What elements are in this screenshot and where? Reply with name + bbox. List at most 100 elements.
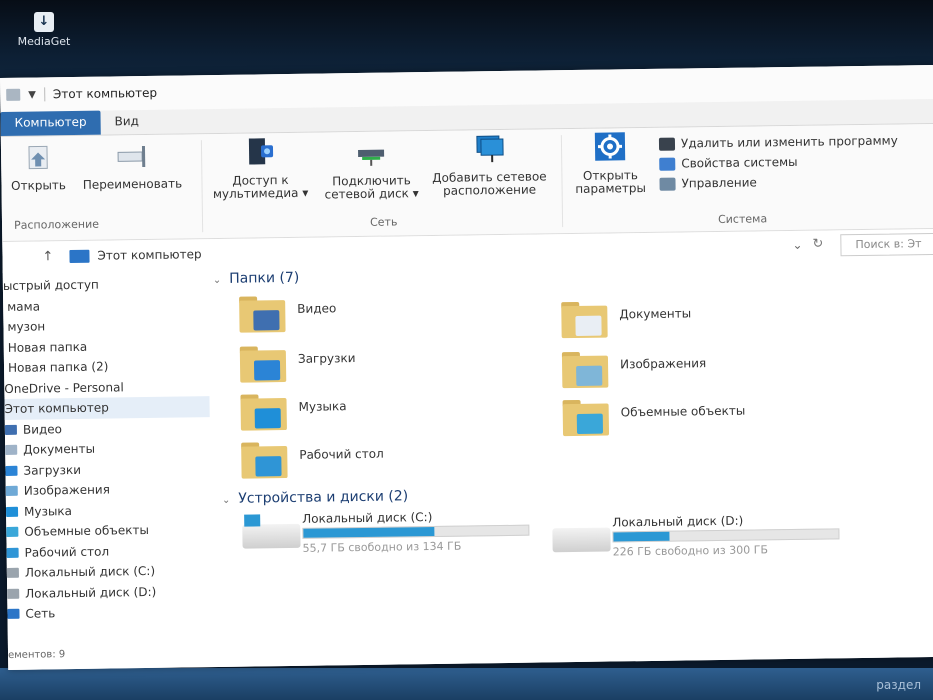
address-path[interactable]: Этот компьютер (97, 247, 201, 262)
media-access-button[interactable]: Доступ к мультимедиа ▾ (207, 133, 314, 201)
sidebar-item[interactable]: мама (3, 294, 208, 317)
sidebar-item[interactable]: Объемные объекты (6, 519, 211, 542)
navigation-pane: ыстрый доступ мама музон Новая папка Новая п… (3, 267, 213, 656)
this-pc-icon (69, 249, 90, 263)
sidebar-item-label: Изображения (23, 482, 110, 498)
folder-item[interactable]: Рабочий стол (241, 441, 384, 479)
sidebar-item-label: Новая папка (2) (7, 359, 109, 376)
refresh-icon[interactable]: ↻ (812, 237, 823, 252)
sidebar-item-label: Музыка (23, 503, 73, 519)
up-arrow-icon[interactable]: ↑ (42, 249, 53, 264)
history-dropdown-icon[interactable]: ⌄ (792, 238, 802, 252)
sidebar-item-label: Видео (22, 421, 63, 437)
drive-item[interactable]: Локальный диск (C:) 55,7 ГБ свободно из 1… (242, 509, 530, 562)
folder-icon (240, 394, 287, 431)
rename-label: Переименовать (82, 176, 183, 192)
sidebar-item-label: Рабочий стол (24, 544, 110, 560)
drive-free-space: 55,7 ГБ свободно из 134 ГБ (302, 539, 462, 555)
folder-name: Загрузки (297, 351, 356, 366)
drive-usage-bar (612, 528, 840, 543)
folder-icon (561, 301, 608, 339)
drives-section-header[interactable]: ⌄ Устройства и диски (2) (222, 488, 408, 507)
network-icon (7, 609, 20, 620)
checklist-icon (659, 157, 676, 171)
drive-icon (6, 568, 19, 579)
sidebar-item-label: мама (7, 299, 41, 314)
sidebar-item-label: Сеть (25, 606, 56, 621)
folder-item[interactable]: Музыка (240, 393, 347, 431)
system-properties-label: Свойства системы (681, 154, 798, 171)
open-settings-button[interactable]: Открыть параметры (567, 130, 654, 196)
desktop-icon (6, 547, 19, 558)
sidebar-item-label: музон (7, 319, 46, 335)
window-title: Этот компьютер (52, 85, 158, 102)
desktop-shortcut-mediaget[interactable]: ↓ MediaGet (14, 12, 74, 48)
manage-label: Управление (681, 175, 757, 191)
sidebar-item-label: OneDrive - Personal (4, 380, 124, 396)
folders-section-header[interactable]: ⌄ Папки (7) (213, 270, 300, 287)
folder-item[interactable]: Изображения (561, 350, 707, 389)
folder-name: Музыка (298, 399, 347, 414)
taskbar-text: раздел (876, 678, 921, 692)
map-network-drive-button[interactable]: Подключить сетевой диск ▾ (319, 137, 424, 201)
folder-icon (6, 88, 21, 101)
status-bar-count: ементов: 9 (7, 649, 66, 661)
sidebar-item[interactable]: Документы (5, 437, 210, 460)
rename-button[interactable]: Переименовать (73, 140, 192, 192)
sidebar-item[interactable]: Загрузки (5, 458, 210, 481)
sidebar-item[interactable]: Новая папка (4, 335, 209, 358)
rename-icon (117, 145, 146, 168)
tab-view[interactable]: Вид (100, 110, 153, 135)
sidebar-item[interactable]: Видео (4, 417, 210, 440)
uninstall-icon (658, 137, 676, 151)
sidebar-item[interactable]: музон (3, 314, 208, 337)
folder-name: Объемные объекты (620, 403, 746, 420)
folder-name: Рабочий стол (299, 446, 384, 462)
ribbon-separator (200, 140, 204, 233)
explorer-window: ▼ Этот компьютер Компьютер Вид Открыть П… (0, 64, 933, 670)
drive-usage-bar (302, 524, 530, 539)
open-button[interactable]: Открыть (5, 142, 72, 193)
sidebar-item[interactable]: ыстрый доступ (3, 273, 208, 296)
manage-button[interactable]: Управление (659, 170, 898, 193)
media-label-line2: мультимедиа (212, 185, 299, 202)
sidebar-item[interactable]: Локальный диск (D:) (7, 581, 212, 604)
chevron-down-icon: ▾ (412, 186, 419, 201)
music-icon (5, 506, 19, 517)
sidebar-item-label: Загрузки (23, 462, 82, 478)
folder-item[interactable]: Видео (239, 295, 337, 333)
quick-access-dropdown-icon[interactable]: ▼ (28, 89, 36, 100)
sidebar-item-label: Объемные объекты (24, 523, 150, 539)
folder-icon (241, 442, 288, 479)
drive-name: Локальный диск (D:) (612, 513, 744, 530)
sidebar-item[interactable]: OneDrive - Personal (4, 376, 209, 399)
sidebar-item[interactable]: Локальный диск (C:) (6, 560, 212, 583)
sidebar-item-label: Документы (23, 441, 96, 457)
location-group-label: Расположение (13, 217, 100, 232)
network-group-label: Сеть (369, 215, 398, 229)
folders-section-title: Папки (7) (229, 269, 300, 287)
drive-item[interactable]: Локальный диск (D:) 226 ГБ свободно из 30… (552, 513, 840, 566)
gear-icon (594, 132, 626, 161)
open-icon (28, 145, 48, 170)
folder-icon (562, 399, 610, 437)
3d-icon (6, 527, 19, 538)
add-network-location-button[interactable]: Добавить сетевое расположение (427, 131, 552, 198)
sidebar-item[interactable]: Рабочий стол (6, 540, 211, 563)
sidebar-item[interactable]: Новая папка (2) (4, 355, 209, 378)
sidebar-item[interactable]: Музыка (5, 499, 211, 522)
sidebar-item-label: Локальный диск (C:) (24, 564, 156, 580)
folder-item[interactable]: Документы (561, 300, 691, 339)
hard-drive-icon (242, 523, 301, 549)
tab-computer[interactable]: Компьютер (0, 110, 101, 136)
folder-item[interactable]: Загрузки (239, 345, 356, 383)
media-server-icon (248, 138, 274, 165)
docs-icon (5, 445, 18, 456)
sidebar-item[interactable]: Этот компьютер (4, 396, 210, 420)
sidebar-item[interactable]: Сеть (7, 601, 212, 624)
desktop-shortcut-label: MediaGet (17, 35, 71, 48)
folder-item[interactable]: Объемные объекты (562, 398, 746, 437)
search-input[interactable]: Поиск в: Эт (840, 232, 933, 257)
sidebar-item[interactable]: Изображения (5, 478, 211, 501)
taskbar: раздел (0, 668, 933, 700)
